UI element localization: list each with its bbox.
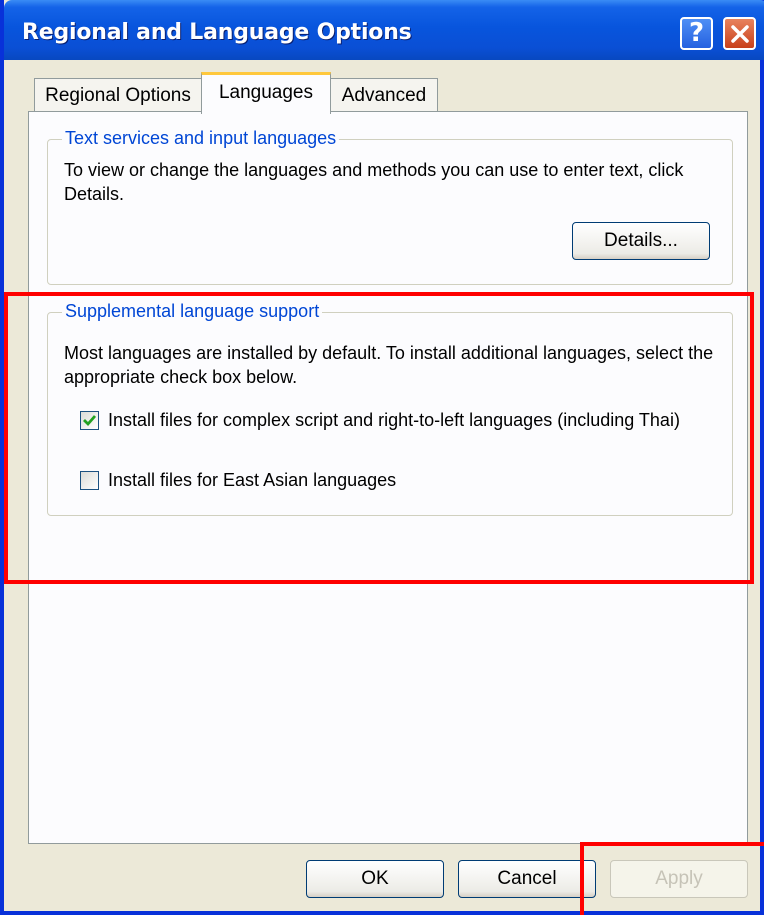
highlight-supplemental-box bbox=[4, 292, 754, 584]
highlight-apply-box bbox=[580, 842, 764, 915]
text-services-legend: Text services and input languages bbox=[62, 128, 340, 149]
tab-regional-options[interactable]: Regional Options bbox=[34, 78, 202, 114]
help-button[interactable]: ? bbox=[680, 17, 713, 50]
help-icon: ? bbox=[688, 18, 705, 48]
text-services-description: To view or change the languages and meth… bbox=[64, 160, 684, 204]
ok-button[interactable]: OK bbox=[306, 860, 444, 898]
window-title: Regional and Language Options bbox=[22, 20, 412, 45]
cancel-button[interactable]: Cancel bbox=[458, 860, 596, 898]
details-button[interactable]: Details... bbox=[572, 222, 710, 260]
tab-advanced[interactable]: Advanced bbox=[330, 78, 438, 114]
text-services-group: Text services and input languages To vie… bbox=[47, 128, 733, 285]
tab-label: Advanced bbox=[341, 85, 427, 106]
tab-label: Regional Options bbox=[45, 85, 191, 106]
close-button[interactable] bbox=[723, 17, 756, 50]
tab-label: Languages bbox=[218, 82, 314, 103]
close-icon bbox=[731, 25, 749, 43]
tab-languages[interactable]: Languages bbox=[201, 72, 331, 114]
title-bar[interactable]: Regional and Language Options ? bbox=[4, 0, 764, 60]
